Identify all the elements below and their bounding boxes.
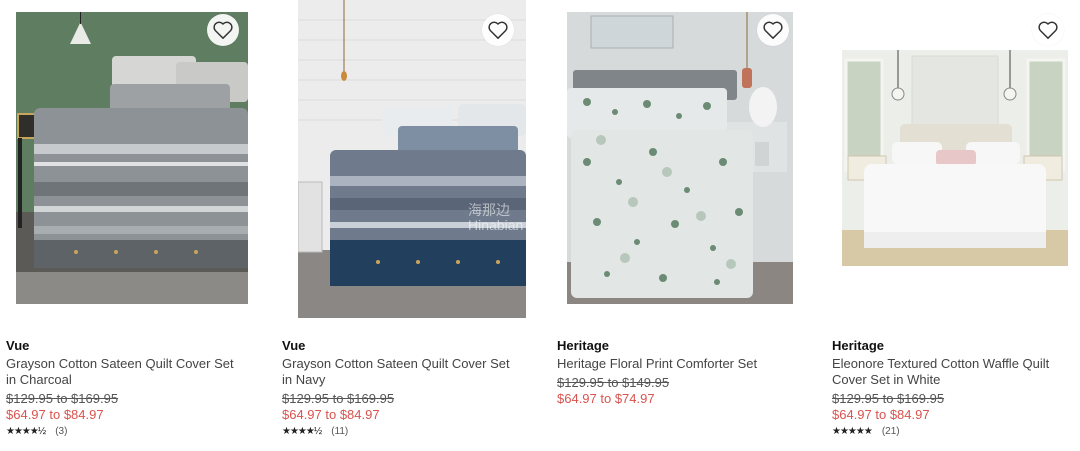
product-rating[interactable]: ★★★★½ (11) bbox=[282, 425, 544, 439]
product-rating[interactable]: ★★★★★ (21) bbox=[832, 425, 1080, 439]
product-image[interactable] bbox=[567, 12, 793, 304]
product-info: Vue Grayson Cotton Sateen Quilt Cover Se… bbox=[282, 338, 544, 439]
bedroom-floral-comforter-image bbox=[567, 12, 793, 304]
product-card[interactable]: Vue Grayson Cotton Sateen Quilt Cover Se… bbox=[6, 0, 268, 451]
product-brand: Vue bbox=[6, 338, 30, 353]
was-price: $129.95 to $149.95 bbox=[557, 375, 670, 390]
product-title-line: Grayson Cotton Sateen Quilt Cover Set bbox=[6, 356, 234, 371]
product-brand: Heritage bbox=[557, 338, 610, 353]
bedroom-navy-quilt-image bbox=[298, 0, 526, 318]
bedroom-white-waffle-quilt-image bbox=[842, 50, 1068, 266]
product-title[interactable]: Eleonore Textured Cotton Waffle Quilt Co… bbox=[832, 356, 1080, 388]
wishlist-button[interactable] bbox=[207, 14, 239, 46]
wishlist-button[interactable] bbox=[1032, 14, 1064, 46]
product-image[interactable] bbox=[298, 0, 526, 318]
product-brand: Heritage bbox=[832, 338, 885, 353]
product-title-line: Eleonore Textured Cotton Waffle Quilt bbox=[832, 356, 1050, 371]
review-count: (21) bbox=[881, 426, 900, 437]
review-count: (11) bbox=[331, 426, 349, 437]
product-info: Heritage Eleonore Textured Cotton Waffle… bbox=[832, 338, 1080, 439]
heart-outline-icon bbox=[1038, 21, 1058, 39]
product-title-line: Heritage Floral Print Comforter Set bbox=[557, 356, 758, 371]
heart-outline-icon bbox=[488, 21, 508, 39]
review-count: (3) bbox=[55, 426, 68, 437]
watermark: 海那边 Hinabian bbox=[468, 203, 523, 233]
sale-price: $64.97 to $84.97 bbox=[282, 407, 380, 422]
product-rating[interactable]: ★★★★½ (3) bbox=[6, 425, 268, 439]
product-title-line: in Navy bbox=[282, 372, 326, 387]
heart-outline-icon bbox=[763, 21, 783, 39]
watermark-line: 海那边 bbox=[468, 202, 510, 218]
product-info: Heritage Heritage Floral Print Comforter… bbox=[557, 338, 819, 407]
sale-price: $64.97 to $84.97 bbox=[832, 407, 930, 422]
product-title-line: Cover Set in White bbox=[832, 372, 941, 387]
product-title[interactable]: Heritage Floral Print Comforter Set bbox=[557, 356, 819, 372]
watermark-line: Hinabian bbox=[468, 217, 524, 233]
product-title[interactable]: Grayson Cotton Sateen Quilt Cover Set in… bbox=[282, 356, 544, 388]
product-card[interactable]: Heritage Eleonore Textured Cotton Waffle… bbox=[832, 0, 1080, 451]
sale-price: $64.97 to $84.97 bbox=[6, 407, 104, 422]
product-image[interactable] bbox=[842, 50, 1068, 266]
product-title[interactable]: Grayson Cotton Sateen Quilt Cover Set in… bbox=[6, 356, 268, 388]
heart-outline-icon bbox=[213, 21, 233, 39]
product-image[interactable] bbox=[16, 12, 248, 304]
was-price: $129.95 to $169.95 bbox=[282, 391, 395, 406]
product-card[interactable]: Heritage Heritage Floral Print Comforter… bbox=[557, 0, 819, 451]
star-rating-icon: ★★★★½ bbox=[6, 426, 46, 437]
star-rating-icon: ★★★★★ bbox=[832, 426, 873, 437]
sale-price: $64.97 to $74.97 bbox=[557, 391, 655, 406]
wishlist-button[interactable] bbox=[482, 14, 514, 46]
product-title-line: in Charcoal bbox=[6, 372, 72, 387]
product-title-line: Grayson Cotton Sateen Quilt Cover Set bbox=[282, 356, 510, 371]
wishlist-button[interactable] bbox=[757, 14, 789, 46]
was-price: $129.95 to $169.95 bbox=[832, 391, 945, 406]
bedroom-charcoal-quilt-image bbox=[16, 12, 248, 304]
product-info: Vue Grayson Cotton Sateen Quilt Cover Se… bbox=[6, 338, 268, 439]
product-brand: Vue bbox=[282, 338, 306, 353]
was-price: $129.95 to $169.95 bbox=[6, 391, 119, 406]
star-rating-icon: ★★★★½ bbox=[282, 426, 322, 437]
